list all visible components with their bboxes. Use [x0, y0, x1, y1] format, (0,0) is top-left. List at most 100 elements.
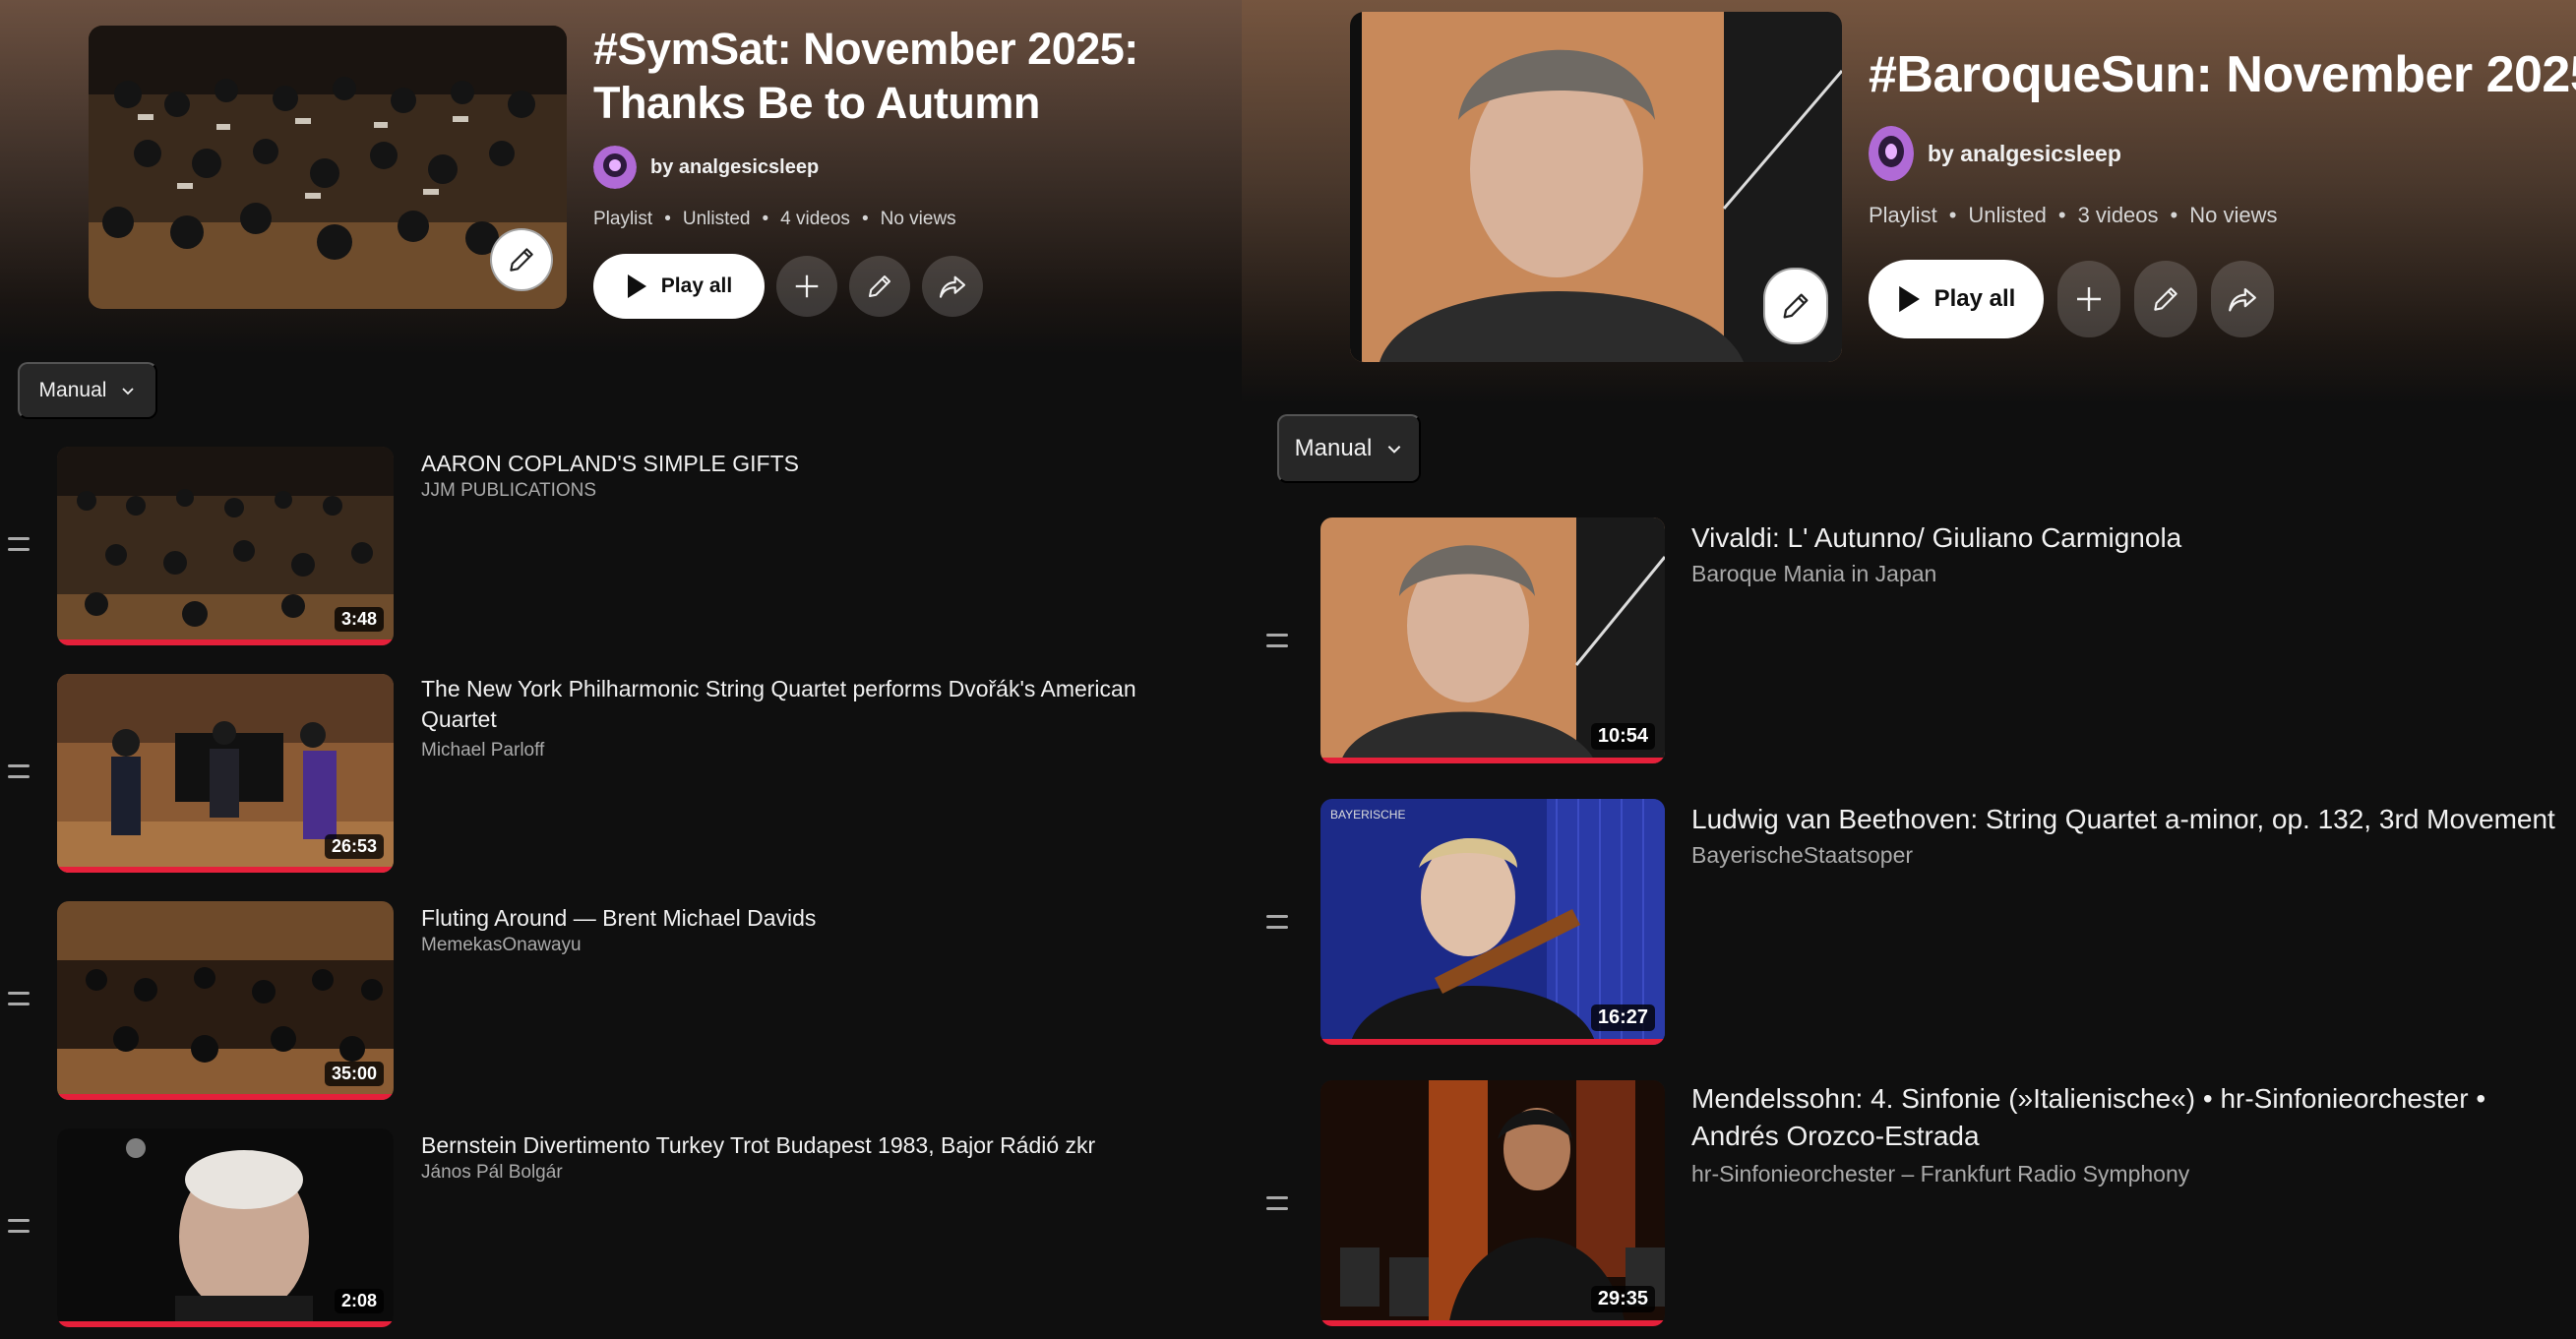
video-thumbnail[interactable]: 2:08: [57, 1128, 394, 1327]
meta-views: No views: [880, 209, 956, 229]
watched-progress-bar: [57, 639, 394, 645]
video-title[interactable]: AARON COPLAND'S SIMPLE GIFTS: [421, 449, 1208, 479]
drag-handle-icon[interactable]: [1266, 634, 1288, 647]
watched-progress-bar: [1320, 1039, 1665, 1045]
video-thumbnail[interactable]: 26:53: [57, 674, 394, 873]
add-to-button[interactable]: [776, 256, 837, 317]
share-button[interactable]: [922, 256, 983, 317]
video-thumbnail[interactable]: 3:48: [57, 447, 394, 645]
list-item[interactable]: 35:00 Fluting Around — Brent Michael Dav…: [0, 901, 1242, 1100]
playlist-owner[interactable]: by analgesicsleep: [1869, 126, 2121, 181]
video-channel[interactable]: hr-Sinfonieorchester – Frankfurt Radio S…: [1691, 1161, 2189, 1187]
share-arrow-icon: [939, 275, 966, 298]
drag-handle-icon[interactable]: [8, 1219, 30, 1233]
watched-progress-bar: [57, 1094, 394, 1100]
plus-icon: [795, 274, 819, 298]
play-all-button[interactable]: Play all: [593, 254, 765, 319]
meta-views: No views: [2189, 203, 2278, 227]
pencil-icon: [510, 248, 533, 272]
sort-dropdown[interactable]: Manual: [1277, 414, 1421, 483]
watched-progress-bar: [57, 1321, 394, 1327]
svg-text:BAYERISCHE: BAYERISCHE: [1330, 808, 1405, 822]
playlist-title-line-2: Thanks Be to Autumn: [593, 78, 1040, 128]
drag-handle-icon[interactable]: [1266, 1196, 1288, 1210]
video-duration: 35:00: [324, 1062, 384, 1086]
video-title[interactable]: Vivaldi: L' Autunno/ Giuliano Carmignola: [1691, 519, 2557, 557]
video-channel[interactable]: Michael Parloff: [421, 740, 544, 761]
pencil-icon: [1783, 293, 1809, 319]
pencil-icon: [869, 275, 890, 297]
play-all-button[interactable]: Play all: [1869, 260, 2044, 338]
watched-progress-bar: [57, 867, 394, 873]
video-title[interactable]: Ludwig van Beethoven: String Quartet a-m…: [1691, 801, 2557, 838]
video-duration: 29:35: [1590, 1286, 1655, 1312]
symsat-playlist-panel: #SymSat: November 2025: Thanks Be to Aut…: [0, 0, 1242, 1339]
edit-cover-button[interactable]: [1763, 268, 1828, 344]
video-duration: 26:53: [324, 834, 384, 859]
separator-dot: •: [664, 209, 671, 229]
sort-dropdown[interactable]: Manual: [18, 362, 157, 419]
playlist-title: #BaroqueSun: November 2025:: [1869, 46, 2576, 103]
list-item[interactable]: 26:53 The New York Philharmonic String Q…: [0, 674, 1242, 873]
playlist-meta: Playlist • Unlisted • 4 videos • No view…: [593, 209, 956, 230]
video-thumbnail[interactable]: 29:35: [1320, 1080, 1665, 1326]
meta-video-count: 4 videos: [780, 209, 850, 229]
drag-handle-icon[interactable]: [8, 992, 30, 1005]
pencil-icon: [2154, 287, 2177, 311]
playlist-title-line-1: #SymSat: November 2025:: [593, 24, 1138, 74]
chevron-down-icon: [1388, 446, 1401, 454]
meta-type: Playlist: [1869, 203, 1937, 227]
edit-playlist-button[interactable]: [2134, 261, 2197, 337]
video-duration: 10:54: [1590, 723, 1655, 750]
video-thumbnail[interactable]: 35:00: [57, 901, 394, 1100]
playlist-owner[interactable]: by analgesicsleep: [593, 146, 819, 189]
list-item[interactable]: BAYERISCHE 16:27 Ludwig van Beethoven: S…: [1242, 799, 2576, 1045]
edit-cover-button[interactable]: [490, 228, 553, 291]
meta-visibility: Unlisted: [682, 209, 751, 229]
video-channel[interactable]: JJM PUBLICATIONS: [421, 480, 596, 502]
avatar: [593, 146, 637, 189]
play-all-label: Play all: [660, 274, 733, 297]
sort-label: Manual: [1294, 435, 1373, 461]
baroquesun-playlist-panel: #BaroqueSun: November 2025: by analgesic…: [1242, 0, 2576, 1339]
playlist-meta: Playlist • Unlisted • 3 videos • No view…: [1869, 203, 2277, 228]
video-title[interactable]: Fluting Around — Brent Michael Davids: [421, 903, 1208, 934]
separator-dot: •: [2170, 203, 2178, 227]
video-channel[interactable]: János Pál Bolgár: [421, 1162, 563, 1184]
video-duration: 16:27: [1590, 1004, 1655, 1031]
drag-handle-icon[interactable]: [1266, 915, 1288, 929]
owner-name[interactable]: by analgesicsleep: [650, 156, 819, 179]
playlist-actions: Play all: [593, 254, 983, 319]
video-title[interactable]: Mendelssohn: 4. Sinfonie (»Italienische«…: [1691, 1080, 2538, 1155]
separator-dot: •: [2057, 203, 2066, 227]
video-thumbnail[interactable]: 10:54: [1320, 517, 1665, 763]
list-item[interactable]: 10:54 Vivaldi: L' Autunno/ Giuliano Carm…: [1242, 517, 2576, 763]
sort-label: Manual: [38, 379, 107, 401]
video-title[interactable]: The New York Philharmonic String Quartet…: [421, 674, 1208, 735]
meta-visibility: Unlisted: [1968, 203, 2047, 227]
play-icon: [627, 274, 646, 298]
video-channel[interactable]: Baroque Mania in Japan: [1691, 561, 1936, 587]
add-to-button[interactable]: [2057, 261, 2120, 337]
drag-handle-icon[interactable]: [8, 764, 30, 778]
chevron-down-icon: [122, 388, 135, 396]
separator-dot: •: [762, 209, 769, 229]
separator-dot: •: [861, 209, 869, 229]
share-button[interactable]: [2211, 261, 2274, 337]
video-thumbnail[interactable]: BAYERISCHE 16:27: [1320, 799, 1665, 1045]
play-all-label: Play all: [1933, 285, 2016, 312]
playlist-title: #SymSat: November 2025: Thanks Be to Aut…: [593, 22, 1223, 130]
meta-video-count: 3 videos: [2077, 203, 2159, 227]
video-channel[interactable]: MemekasOnawayu: [421, 935, 582, 956]
video-title[interactable]: Bernstein Divertimento Turkey Trot Budap…: [421, 1130, 1208, 1161]
owner-name[interactable]: by analgesicsleep: [1928, 141, 2121, 167]
list-item[interactable]: 2:08 Bernstein Divertimento Turkey Trot …: [0, 1128, 1242, 1327]
separator-dot: •: [1948, 203, 1957, 227]
video-duration: 3:48: [334, 607, 384, 632]
edit-playlist-button[interactable]: [849, 256, 910, 317]
drag-handle-icon[interactable]: [8, 537, 30, 551]
list-item[interactable]: 29:35 Mendelssohn: 4. Sinfonie (»Italien…: [1242, 1080, 2576, 1326]
list-item[interactable]: 3:48 AARON COPLAND'S SIMPLE GIFTS JJM PU…: [0, 447, 1242, 645]
play-icon: [1898, 285, 1920, 313]
video-channel[interactable]: BayerischeStaatsoper: [1691, 842, 1913, 869]
